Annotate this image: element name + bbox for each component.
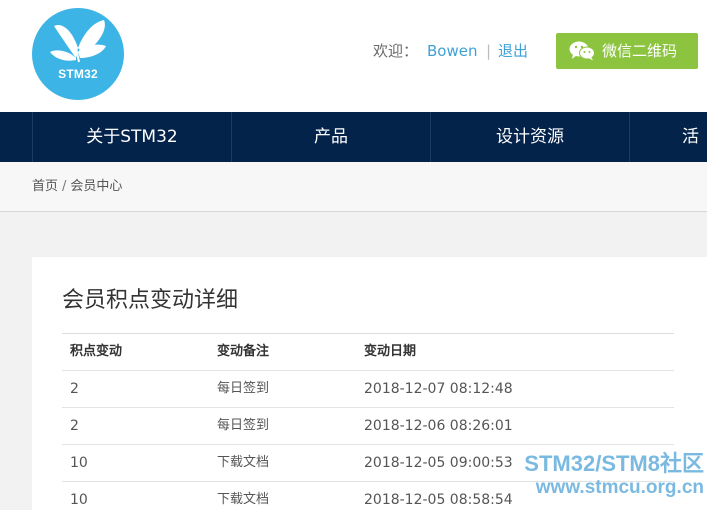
- watermark-line2: www.stmcu.org.cn: [535, 477, 704, 498]
- date-cell: 2018-12-06 08:26:01: [364, 418, 513, 434]
- breadcrumb-home-link[interactable]: 首页: [32, 179, 58, 194]
- site-watermark: STM32/STM8社区 www.stmcu.org.cn: [474, 451, 704, 499]
- logo-text: STM32: [58, 67, 98, 81]
- column-header-points-change: 积点变动: [70, 344, 123, 359]
- wechat-qrcode-button[interactable]: 微信二维码: [556, 33, 698, 69]
- welcome-label: 欢迎：: [373, 42, 419, 60]
- breadcrumb-current[interactable]: 会员中心: [70, 179, 122, 194]
- butterfly-icon: [50, 20, 106, 63]
- main-nav: 关于STM32 产品 设计资源 活动: [0, 112, 707, 162]
- watermark-line1: STM32/STM8社区: [524, 451, 704, 476]
- column-header-date: 变动日期: [364, 344, 417, 359]
- points-change-cell: 10: [70, 492, 88, 508]
- remark-cell: 下载文档: [217, 455, 270, 470]
- nav-item-products[interactable]: 产品: [232, 112, 430, 162]
- wechat-button-label: 微信二维码: [602, 42, 678, 60]
- site-header: STM32 欢迎： Bowen | 退出 微信二维码: [0, 0, 707, 112]
- wechat-icon: [569, 41, 595, 61]
- table-header-row: 积点变动 变动备注 变动日期: [62, 334, 674, 371]
- breadcrumb: 首页 / 会员中心: [32, 178, 122, 196]
- remark-cell: 每日签到: [217, 381, 270, 396]
- remark-cell: 下载文档: [217, 492, 270, 507]
- column-header-remark: 变动备注: [217, 344, 270, 359]
- points-change-cell: 2: [70, 418, 79, 434]
- stm32-logo[interactable]: STM32: [32, 8, 124, 100]
- points-change-cell: 2: [70, 381, 79, 397]
- nav-item-design-resources[interactable]: 设计资源: [431, 112, 629, 162]
- table-row: 2 每日签到 2018-12-06 08:26:01: [62, 408, 674, 445]
- username-link[interactable]: Bowen: [427, 40, 477, 62]
- page-title: 会员积点变动详细: [62, 288, 239, 313]
- breadcrumb-separator: /: [62, 179, 67, 194]
- nav-item-about-stm32[interactable]: 关于STM32: [33, 112, 231, 162]
- header-separator: |: [486, 42, 492, 60]
- breadcrumb-bar: 首页 / 会员中心: [0, 162, 707, 212]
- points-change-cell: 10: [70, 455, 88, 471]
- nav-item-events[interactable]: 活动: [682, 112, 707, 162]
- remark-cell: 每日签到: [217, 418, 270, 433]
- logout-link[interactable]: 退出: [498, 40, 528, 62]
- table-row: 2 每日签到 2018-12-07 08:12:48: [62, 371, 674, 408]
- date-cell: 2018-12-07 08:12:48: [364, 381, 513, 397]
- nav-divider: [629, 112, 630, 162]
